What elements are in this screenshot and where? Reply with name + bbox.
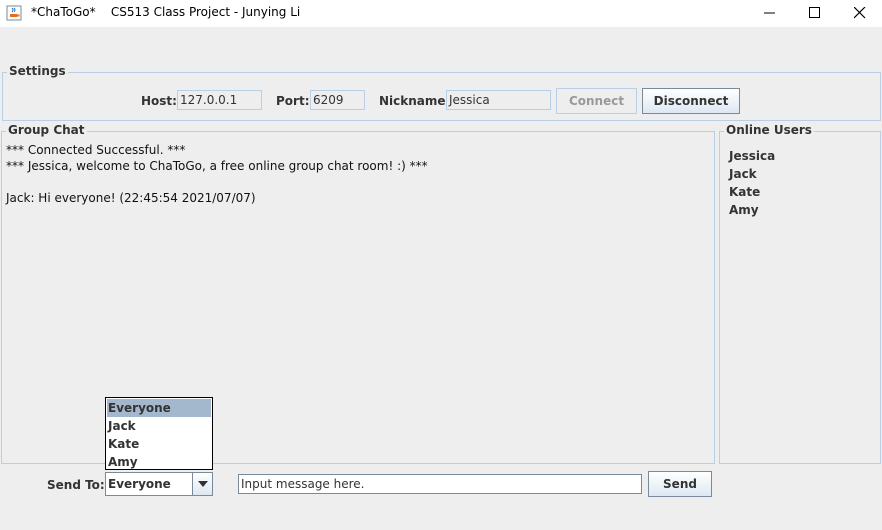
minimize-icon <box>764 12 775 14</box>
send-button[interactable]: Send <box>648 471 712 497</box>
user-item[interactable]: Amy <box>729 203 759 217</box>
online-users-panel: Online Users Jessica Jack Kate Amy <box>719 123 881 464</box>
recipient-combo[interactable]: Everyone <box>105 472 213 496</box>
maximize-button[interactable] <box>792 0 838 27</box>
chat-message: Jack: Hi everyone! (22:45:54 2021/07/07) <box>6 191 256 205</box>
nickname-label: Nickname: <box>379 94 451 108</box>
connect-button[interactable]: Connect <box>556 88 637 114</box>
java-app-icon <box>6 5 22 21</box>
user-item[interactable]: Jessica <box>729 149 775 163</box>
combo-arrow-button[interactable] <box>192 473 212 495</box>
disconnect-button[interactable]: Disconnect <box>642 88 740 114</box>
dropdown-option-jack[interactable]: Jack <box>107 417 211 435</box>
title-bar: *ChaToGo* CS513 Class Project - Junying … <box>0 0 882 27</box>
chat-message: *** Connected Successful. *** <box>6 143 186 157</box>
host-field[interactable]: 127.0.0.1 <box>177 90 262 110</box>
user-item[interactable]: Jack <box>729 167 757 181</box>
message-input[interactable]: Input message here. <box>238 474 642 494</box>
port-field[interactable]: 6209 <box>310 90 365 110</box>
online-users-title: Online Users <box>724 123 814 137</box>
chevron-down-icon <box>198 481 208 487</box>
dropdown-option-amy[interactable]: Amy <box>107 453 211 471</box>
chat-message: *** Jessica, welcome to ChaToGo, a free … <box>6 159 428 173</box>
dropdown-option-kate[interactable]: Kate <box>107 435 211 453</box>
nickname-field[interactable]: Jessica <box>446 90 551 110</box>
port-label: Port: <box>276 94 310 108</box>
close-button[interactable] <box>837 0 882 27</box>
close-icon <box>854 7 866 19</box>
dropdown-option-everyone[interactable]: Everyone <box>107 399 211 417</box>
recipient-value: Everyone <box>108 477 171 491</box>
group-chat-title: Group Chat <box>6 123 87 137</box>
settings-title: Settings <box>7 64 68 78</box>
maximize-icon <box>809 7 820 18</box>
recipient-dropdown-list: Everyone Jack Kate Amy <box>105 397 213 470</box>
send-to-label: Send To: <box>47 478 105 492</box>
minimize-button[interactable] <box>747 0 793 27</box>
user-item[interactable]: Kate <box>729 185 760 199</box>
host-label: Host: <box>141 94 177 108</box>
window-title: *ChaToGo* CS513 Class Project - Junying … <box>31 5 301 19</box>
